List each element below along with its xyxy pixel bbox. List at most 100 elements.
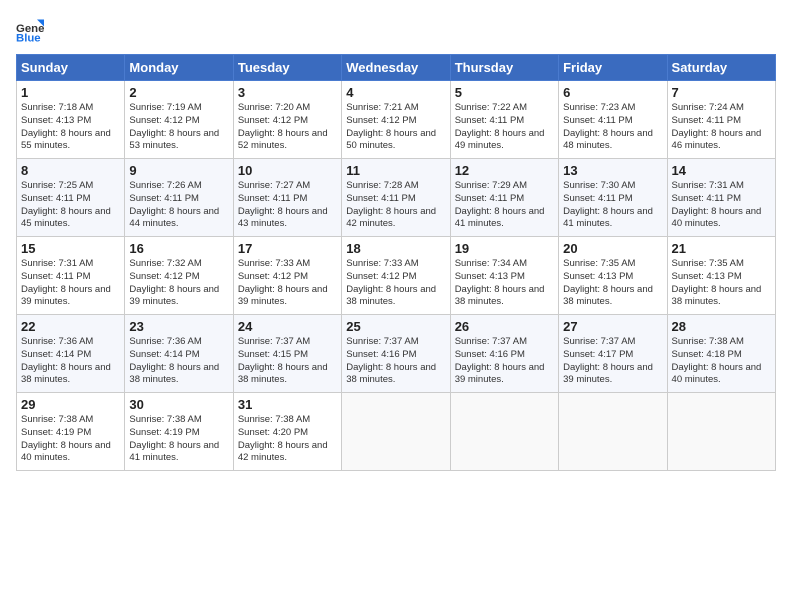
cell-content: Sunrise: 7:19 AMSunset: 4:12 PMDaylight:… <box>129 102 219 151</box>
day-number: 14 <box>672 163 771 178</box>
calendar-cell: 21 Sunrise: 7:35 AMSunset: 4:13 PMDaylig… <box>667 237 775 315</box>
calendar-page: General Blue SundayMondayTuesdayWednesda… <box>0 0 792 612</box>
day-number: 8 <box>21 163 120 178</box>
calendar-cell: 20 Sunrise: 7:35 AMSunset: 4:13 PMDaylig… <box>559 237 667 315</box>
calendar-cell: 23 Sunrise: 7:36 AMSunset: 4:14 PMDaylig… <box>125 315 233 393</box>
calendar-cell <box>342 393 450 471</box>
week-row-3: 15 Sunrise: 7:31 AMSunset: 4:11 PMDaylig… <box>17 237 776 315</box>
cell-content: Sunrise: 7:31 AMSunset: 4:11 PMDaylight:… <box>672 180 762 229</box>
cell-content: Sunrise: 7:31 AMSunset: 4:11 PMDaylight:… <box>21 258 111 307</box>
day-number: 10 <box>238 163 337 178</box>
cell-content: Sunrise: 7:18 AMSunset: 4:13 PMDaylight:… <box>21 102 111 151</box>
day-number: 23 <box>129 319 228 334</box>
calendar-cell: 15 Sunrise: 7:31 AMSunset: 4:11 PMDaylig… <box>17 237 125 315</box>
day-number: 24 <box>238 319 337 334</box>
day-number: 17 <box>238 241 337 256</box>
cell-content: Sunrise: 7:29 AMSunset: 4:11 PMDaylight:… <box>455 180 545 229</box>
calendar-cell: 3 Sunrise: 7:20 AMSunset: 4:12 PMDayligh… <box>233 81 341 159</box>
cell-content: Sunrise: 7:25 AMSunset: 4:11 PMDaylight:… <box>21 180 111 229</box>
cell-content: Sunrise: 7:27 AMSunset: 4:11 PMDaylight:… <box>238 180 328 229</box>
day-number: 31 <box>238 397 337 412</box>
cell-content: Sunrise: 7:30 AMSunset: 4:11 PMDaylight:… <box>563 180 653 229</box>
day-number: 13 <box>563 163 662 178</box>
cell-content: Sunrise: 7:24 AMSunset: 4:11 PMDaylight:… <box>672 102 762 151</box>
calendar-cell: 19 Sunrise: 7:34 AMSunset: 4:13 PMDaylig… <box>450 237 558 315</box>
cell-content: Sunrise: 7:35 AMSunset: 4:13 PMDaylight:… <box>672 258 762 307</box>
calendar-cell: 24 Sunrise: 7:37 AMSunset: 4:15 PMDaylig… <box>233 315 341 393</box>
header: General Blue <box>16 16 776 44</box>
days-header-row: SundayMondayTuesdayWednesdayThursdayFrid… <box>17 55 776 81</box>
day-number: 18 <box>346 241 445 256</box>
cell-content: Sunrise: 7:21 AMSunset: 4:12 PMDaylight:… <box>346 102 436 151</box>
calendar-cell: 17 Sunrise: 7:33 AMSunset: 4:12 PMDaylig… <box>233 237 341 315</box>
calendar-table: SundayMondayTuesdayWednesdayThursdayFrid… <box>16 54 776 471</box>
day-number: 15 <box>21 241 120 256</box>
cell-content: Sunrise: 7:33 AMSunset: 4:12 PMDaylight:… <box>346 258 436 307</box>
calendar-cell: 16 Sunrise: 7:32 AMSunset: 4:12 PMDaylig… <box>125 237 233 315</box>
day-number: 26 <box>455 319 554 334</box>
day-number: 5 <box>455 85 554 100</box>
day-header-thursday: Thursday <box>450 55 558 81</box>
day-number: 9 <box>129 163 228 178</box>
day-header-monday: Monday <box>125 55 233 81</box>
day-number: 21 <box>672 241 771 256</box>
calendar-cell: 30 Sunrise: 7:38 AMSunset: 4:19 PMDaylig… <box>125 393 233 471</box>
calendar-cell: 12 Sunrise: 7:29 AMSunset: 4:11 PMDaylig… <box>450 159 558 237</box>
week-row-1: 1 Sunrise: 7:18 AMSunset: 4:13 PMDayligh… <box>17 81 776 159</box>
cell-content: Sunrise: 7:37 AMSunset: 4:16 PMDaylight:… <box>346 336 436 385</box>
cell-content: Sunrise: 7:37 AMSunset: 4:15 PMDaylight:… <box>238 336 328 385</box>
calendar-cell: 26 Sunrise: 7:37 AMSunset: 4:16 PMDaylig… <box>450 315 558 393</box>
calendar-cell: 22 Sunrise: 7:36 AMSunset: 4:14 PMDaylig… <box>17 315 125 393</box>
day-number: 27 <box>563 319 662 334</box>
calendar-cell: 9 Sunrise: 7:26 AMSunset: 4:11 PMDayligh… <box>125 159 233 237</box>
cell-content: Sunrise: 7:38 AMSunset: 4:18 PMDaylight:… <box>672 336 762 385</box>
week-row-4: 22 Sunrise: 7:36 AMSunset: 4:14 PMDaylig… <box>17 315 776 393</box>
calendar-cell: 27 Sunrise: 7:37 AMSunset: 4:17 PMDaylig… <box>559 315 667 393</box>
week-row-5: 29 Sunrise: 7:38 AMSunset: 4:19 PMDaylig… <box>17 393 776 471</box>
day-number: 7 <box>672 85 771 100</box>
logo: General Blue <box>16 16 44 44</box>
calendar-cell: 1 Sunrise: 7:18 AMSunset: 4:13 PMDayligh… <box>17 81 125 159</box>
week-row-2: 8 Sunrise: 7:25 AMSunset: 4:11 PMDayligh… <box>17 159 776 237</box>
cell-content: Sunrise: 7:37 AMSunset: 4:16 PMDaylight:… <box>455 336 545 385</box>
day-number: 3 <box>238 85 337 100</box>
calendar-cell <box>559 393 667 471</box>
cell-content: Sunrise: 7:32 AMSunset: 4:12 PMDaylight:… <box>129 258 219 307</box>
calendar-cell: 7 Sunrise: 7:24 AMSunset: 4:11 PMDayligh… <box>667 81 775 159</box>
day-number: 22 <box>21 319 120 334</box>
calendar-cell: 29 Sunrise: 7:38 AMSunset: 4:19 PMDaylig… <box>17 393 125 471</box>
day-number: 19 <box>455 241 554 256</box>
calendar-cell: 28 Sunrise: 7:38 AMSunset: 4:18 PMDaylig… <box>667 315 775 393</box>
day-number: 6 <box>563 85 662 100</box>
calendar-cell: 25 Sunrise: 7:37 AMSunset: 4:16 PMDaylig… <box>342 315 450 393</box>
calendar-cell: 14 Sunrise: 7:31 AMSunset: 4:11 PMDaylig… <box>667 159 775 237</box>
cell-content: Sunrise: 7:26 AMSunset: 4:11 PMDaylight:… <box>129 180 219 229</box>
day-number: 30 <box>129 397 228 412</box>
calendar-cell <box>450 393 558 471</box>
day-header-tuesday: Tuesday <box>233 55 341 81</box>
cell-content: Sunrise: 7:38 AMSunset: 4:20 PMDaylight:… <box>238 414 328 463</box>
cell-content: Sunrise: 7:36 AMSunset: 4:14 PMDaylight:… <box>129 336 219 385</box>
calendar-cell: 4 Sunrise: 7:21 AMSunset: 4:12 PMDayligh… <box>342 81 450 159</box>
cell-content: Sunrise: 7:35 AMSunset: 4:13 PMDaylight:… <box>563 258 653 307</box>
calendar-cell: 18 Sunrise: 7:33 AMSunset: 4:12 PMDaylig… <box>342 237 450 315</box>
cell-content: Sunrise: 7:20 AMSunset: 4:12 PMDaylight:… <box>238 102 328 151</box>
day-header-sunday: Sunday <box>17 55 125 81</box>
cell-content: Sunrise: 7:22 AMSunset: 4:11 PMDaylight:… <box>455 102 545 151</box>
day-number: 16 <box>129 241 228 256</box>
svg-text:Blue: Blue <box>16 32 41 44</box>
day-number: 2 <box>129 85 228 100</box>
calendar-cell <box>667 393 775 471</box>
day-number: 28 <box>672 319 771 334</box>
calendar-cell: 8 Sunrise: 7:25 AMSunset: 4:11 PMDayligh… <box>17 159 125 237</box>
day-number: 12 <box>455 163 554 178</box>
calendar-cell: 5 Sunrise: 7:22 AMSunset: 4:11 PMDayligh… <box>450 81 558 159</box>
cell-content: Sunrise: 7:38 AMSunset: 4:19 PMDaylight:… <box>21 414 111 463</box>
cell-content: Sunrise: 7:28 AMSunset: 4:11 PMDaylight:… <box>346 180 436 229</box>
calendar-cell: 13 Sunrise: 7:30 AMSunset: 4:11 PMDaylig… <box>559 159 667 237</box>
day-header-friday: Friday <box>559 55 667 81</box>
day-number: 1 <box>21 85 120 100</box>
day-number: 11 <box>346 163 445 178</box>
logo-icon: General Blue <box>16 16 44 44</box>
calendar-cell: 6 Sunrise: 7:23 AMSunset: 4:11 PMDayligh… <box>559 81 667 159</box>
